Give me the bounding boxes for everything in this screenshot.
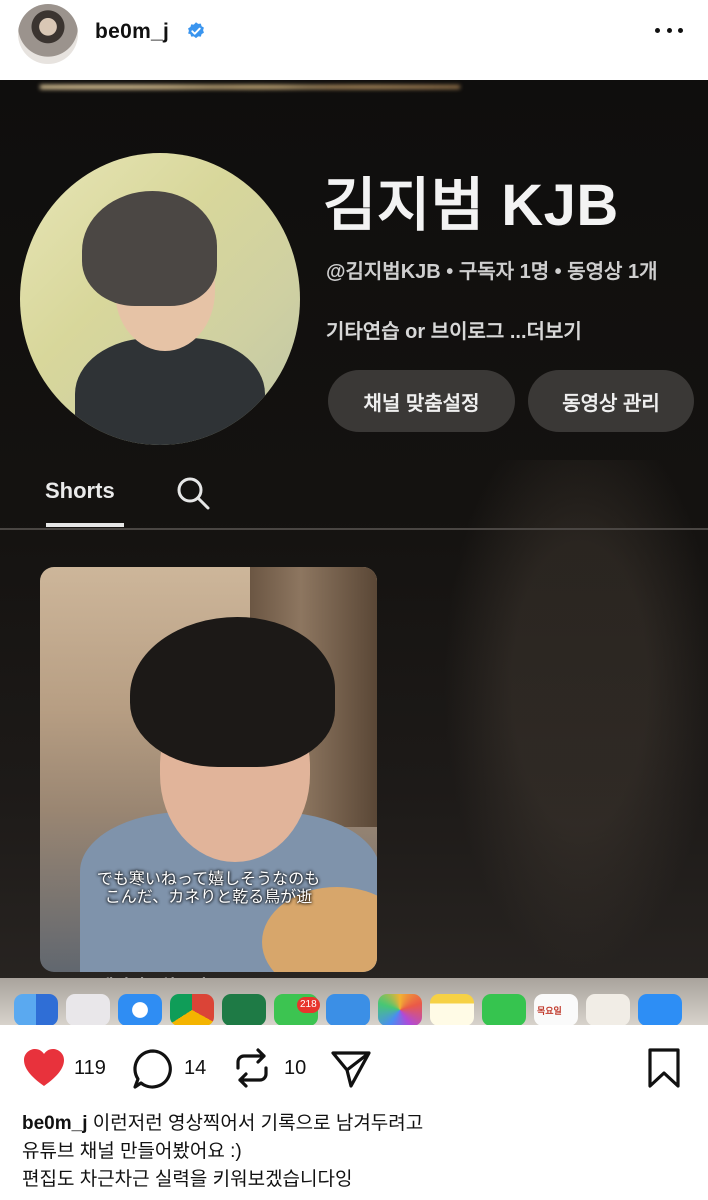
verified-badge-icon [188,22,204,39]
share-icon[interactable] [330,1049,372,1089]
channel-profile-picture [20,153,300,445]
like-count[interactable]: 119 [74,1057,106,1080]
more-horizontal-icon[interactable] [652,18,686,42]
heart-icon[interactable] [22,1048,66,1088]
search-icon[interactable] [175,475,211,511]
post-caption: be0m_j 이런저런 영상찍어서 기록으로 남겨두려고 유튜브 채널 만들어봤… [22,1110,692,1194]
post-username[interactable]: be0m_j [95,20,169,44]
calendar-day: 목요일 [537,1006,562,1016]
caption-username[interactable]: be0m_j [22,1113,87,1134]
channel-description: 기타연습 or 브이로그 ...더보기 [326,321,582,343]
mail-icon[interactable] [326,994,370,1025]
reminders-icon[interactable] [586,994,630,1025]
finder-icon[interactable] [14,994,58,1025]
caption-line1: be0m_j 이런저런 영상찍어서 기록으로 남겨두려고 [22,1110,692,1138]
channel-meta: @김지범KJB • 구독자 1명 • 동영상 1개 [326,261,658,283]
comment-count[interactable]: 14 [184,1057,206,1080]
appstore-icon[interactable] [638,994,682,1025]
messages-badge: 218 [297,997,320,1013]
post-header: be0m_j [0,0,708,80]
screen-reflection [420,460,708,1020]
shorts-subtitle-line2: こんだ、カネりと乾る鳥が逝 [104,889,313,906]
safari-icon[interactable] [118,994,162,1025]
photos-icon[interactable] [378,994,422,1025]
comment-icon[interactable] [132,1048,174,1090]
tab-shorts[interactable]: Shorts [45,478,115,504]
manage-videos-button[interactable]: 동영상 관리 [528,370,694,432]
launchpad-icon[interactable] [66,994,110,1025]
caption-text-line1: 이런저런 영상찍어서 기록으로 남겨두려고 [92,1113,424,1134]
tab-divider [0,528,708,530]
caption-line2: 유튜브 채널 만들어봤어요 :) [22,1141,242,1162]
bookmark-icon[interactable] [646,1047,682,1089]
post-photo[interactable]: 김지범 KJB @김지범KJB • 구독자 1명 • 동영상 1개 기타연습 o… [0,80,708,1025]
avatar[interactable] [18,4,78,64]
background-lights [40,80,460,94]
repost-count[interactable]: 10 [284,1057,306,1080]
customize-channel-button[interactable]: 채널 맞춤설정 [328,370,515,432]
mac-dock: 218 [0,978,708,1025]
post-actions [0,1025,708,1105]
excel-icon[interactable] [222,994,266,1025]
caption-line3: 편집도 차근차근 실력을 키워보겠습니다잉 [22,1169,353,1190]
channel-name: 김지범 KJB [323,173,619,238]
chrome-icon[interactable] [170,994,214,1025]
repost-icon[interactable] [232,1048,272,1088]
tab-underline [46,523,124,527]
notes-icon[interactable] [430,994,474,1025]
facetime-icon[interactable] [482,994,526,1025]
shorts-thumbnail[interactable]: でも寒いねって嬉しそうなのも こんだ、カネりと乾る鳥が逝 [40,567,377,972]
